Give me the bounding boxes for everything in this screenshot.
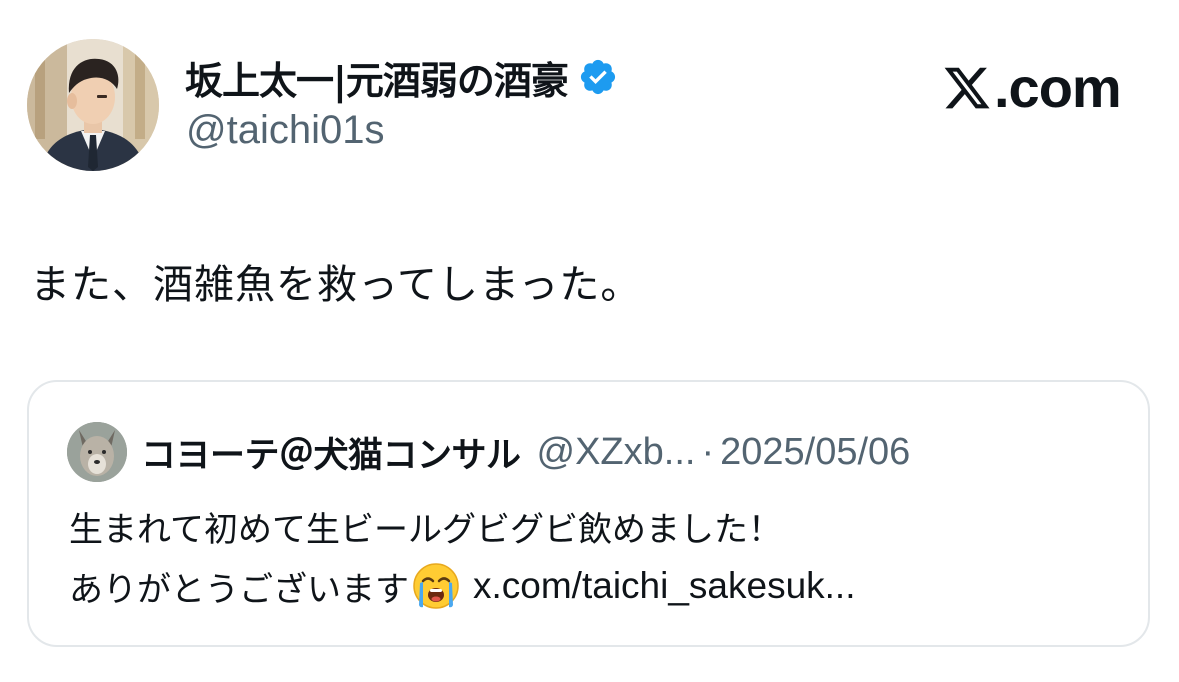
author-display-name[interactable]: 坂上太一|元酒弱の酒豪 [185,50,569,105]
quoted-author-display-name[interactable]: コヨーテ＠犬猫コンサル [141,427,521,478]
tweet-text: また、酒雑魚を救ってしまった。 [30,262,642,308]
quoted-author-avatar[interactable] [67,422,127,482]
quoted-tweet-date[interactable]: 2025/05/06 [720,431,910,474]
quoted-tweet-header: コヨーテ＠犬猫コンサル @XZxb... · 2025/05/06 [67,422,910,482]
loudly-crying-face-icon [411,561,461,611]
verified-badge-icon [578,57,618,97]
quoted-tweet-text-line-1: 生まれて初めて生ビールグビグビ飲めました！ [69,509,782,550]
quoted-tweet-card[interactable]: コヨーテ＠犬猫コンサル @XZxb... · 2025/05/06 生まれて初め… [27,380,1150,647]
brand-text: .com [994,56,1122,119]
brand-logo: .com [942,56,1122,120]
author-name-row: 坂上太一|元酒弱の酒豪 [185,50,618,105]
quoted-tweet-link[interactable]: x.com/taichi_sakesuk... [473,565,855,607]
quoted-meta-separator: · [701,430,715,473]
quoted-tweet-text-line-2: ありがとうございます x.com/taichi_sakesuk... [69,560,855,612]
avatar-illustration-icon [27,39,159,171]
author-avatar[interactable] [27,39,159,171]
author-handle[interactable]: @taichi01s [186,108,384,153]
quoted-author-handle[interactable]: @XZxb... [537,431,696,474]
quoted-tweet-thanks-text: ありがとうございます [69,569,409,610]
wolf-avatar-icon [67,422,127,482]
x-logo-icon [944,67,990,109]
